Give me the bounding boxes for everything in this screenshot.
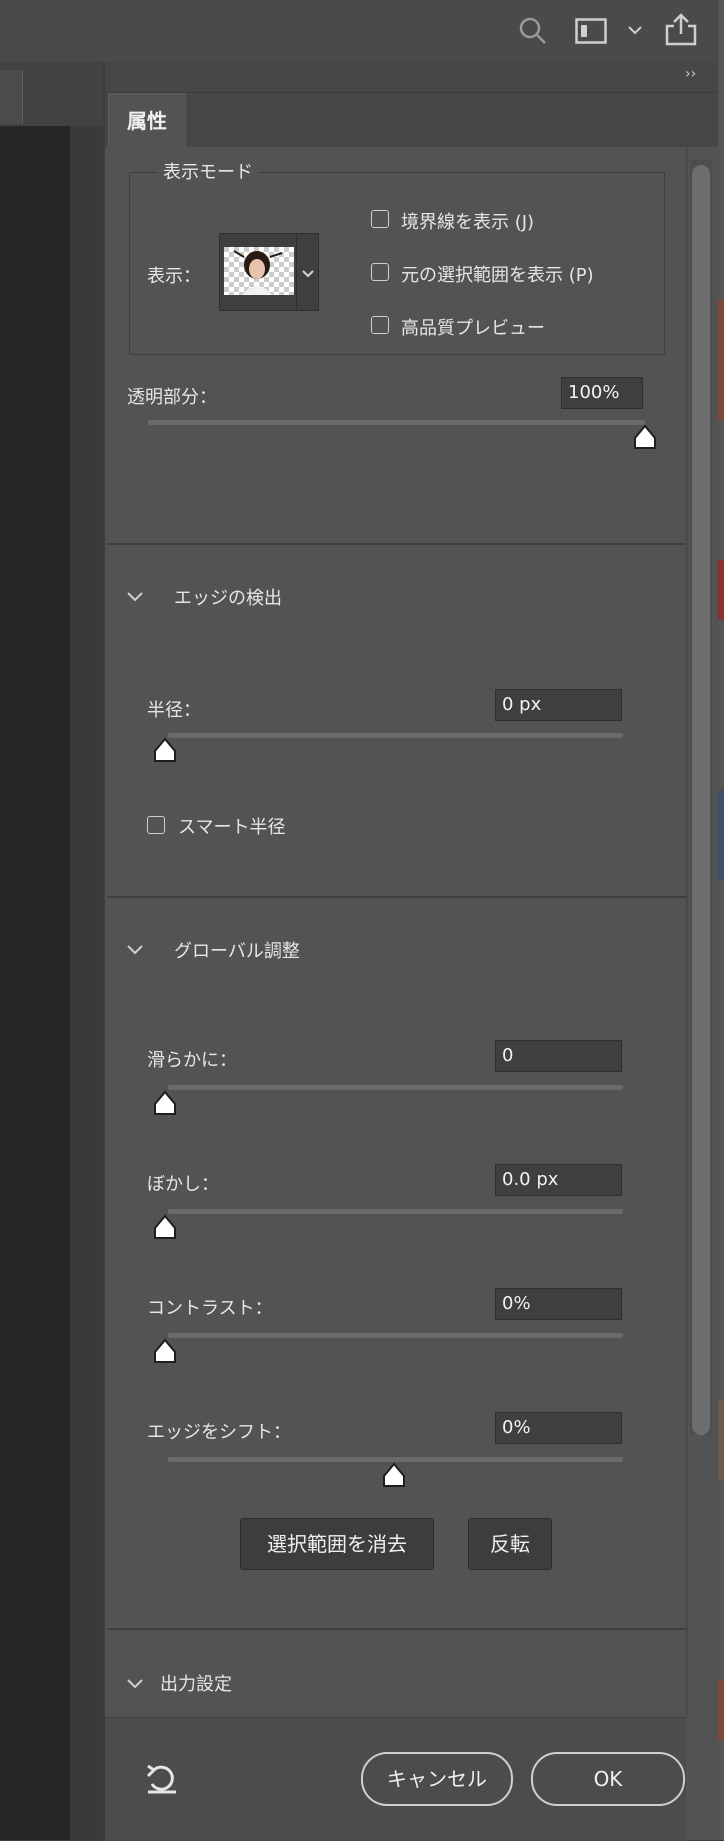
checkbox-high-quality-label[interactable]: 高品質プレビュー [401,314,545,340]
checkbox-smart-radius-box[interactable] [147,816,165,834]
section-divider [107,543,686,545]
checkbox-high-quality[interactable] [371,316,389,334]
tab-properties-label: 属性 [127,109,167,133]
feather-label: ぼかし： [147,1174,219,1195]
document-tab[interactable] [0,70,23,124]
ok-button[interactable]: OK [531,1752,685,1806]
shift-edge-label: エッジをシフト： [147,1422,291,1443]
tab-properties[interactable]: 属性 [108,93,186,147]
smooth-value[interactable]: 0 [495,1040,622,1072]
view-label: 表示： [147,266,201,287]
reset-icon[interactable] [144,1762,180,1798]
share-icon[interactable] [665,12,697,50]
global-refinements-title[interactable]: グローバル調整 [174,937,300,963]
edge-detection-chevron-icon[interactable] [126,588,144,607]
view-mode-dropdown[interactable] [219,233,319,311]
checkbox-show-edge-box[interactable] [371,210,389,228]
workspace-icon[interactable] [575,18,607,48]
transparency-slider-track[interactable] [148,420,645,425]
radius-value[interactable]: 0 px [495,689,622,721]
clear-selection-button[interactable]: 選択範囲を消去 [240,1518,434,1570]
chevron-down-icon [301,265,315,284]
shift-edge-value[interactable]: 0% [495,1412,622,1444]
panel-tab-strip [105,93,718,147]
section-divider [107,896,686,898]
invert-button[interactable]: 反転 [468,1518,552,1570]
view-preview-thumbnail [224,247,294,295]
output-settings-title[interactable]: 出力設定 [160,1670,232,1696]
feather-slider-track[interactable] [168,1209,623,1214]
checkbox-smart-radius-label[interactable]: スマート半径 [178,813,285,839]
smooth-slider-track[interactable] [168,1085,623,1090]
canvas-scrollbar[interactable] [70,126,103,1840]
contrast-value[interactable]: 0% [495,1288,622,1320]
panel-header [105,62,718,93]
smooth-label: 滑らかに： [147,1050,237,1071]
checkbox-high-quality-box[interactable] [371,316,389,334]
checkbox-smart-radius[interactable] [147,816,165,834]
transparency-label: 透明部分： [127,387,217,408]
radius-slider-thumb[interactable] [153,737,177,767]
output-settings-chevron-icon[interactable] [126,1675,144,1694]
radius-slider-track[interactable] [168,733,623,738]
cancel-button[interactable]: キャンセル [361,1752,513,1806]
app-top-bar [0,0,724,63]
checkbox-show-original[interactable] [371,263,389,281]
contrast-label: コントラスト： [147,1298,273,1319]
panel-border [686,147,688,1717]
display-mode-legend: 表示モード [157,158,259,184]
checkbox-show-original-box[interactable] [371,263,389,281]
section-divider [107,1628,686,1630]
checkbox-show-original-label[interactable]: 元の選択範囲を表示 (P) [401,261,594,287]
smooth-slider-thumb[interactable] [153,1090,177,1120]
thumbnail-strip [718,0,724,1840]
checkbox-show-edge[interactable] [371,210,389,228]
edge-detection-title[interactable]: エッジの検出 [174,584,282,610]
feather-slider-thumb[interactable] [153,1214,177,1244]
transparency-value[interactable]: 100% [561,377,643,409]
contrast-slider-thumb[interactable] [153,1338,177,1368]
panel-scrollbar-thumb[interactable] [692,165,710,1435]
global-refinements-chevron-icon[interactable] [126,941,144,960]
search-icon[interactable] [518,16,548,50]
transparency-slider-thumb[interactable] [633,424,657,454]
chevron-down-icon[interactable] [627,22,643,41]
feather-value[interactable]: 0.0 px [495,1164,622,1196]
shift-edge-slider-thumb[interactable] [382,1462,406,1492]
dropdown-divider [296,234,297,310]
collapse-panel-icon[interactable]: ›› [685,66,696,82]
contrast-slider-track[interactable] [168,1333,623,1338]
checkbox-show-edge-label[interactable]: 境界線を表示 (J) [401,208,534,234]
radius-label: 半径： [147,700,201,721]
canvas[interactable] [0,126,70,1840]
